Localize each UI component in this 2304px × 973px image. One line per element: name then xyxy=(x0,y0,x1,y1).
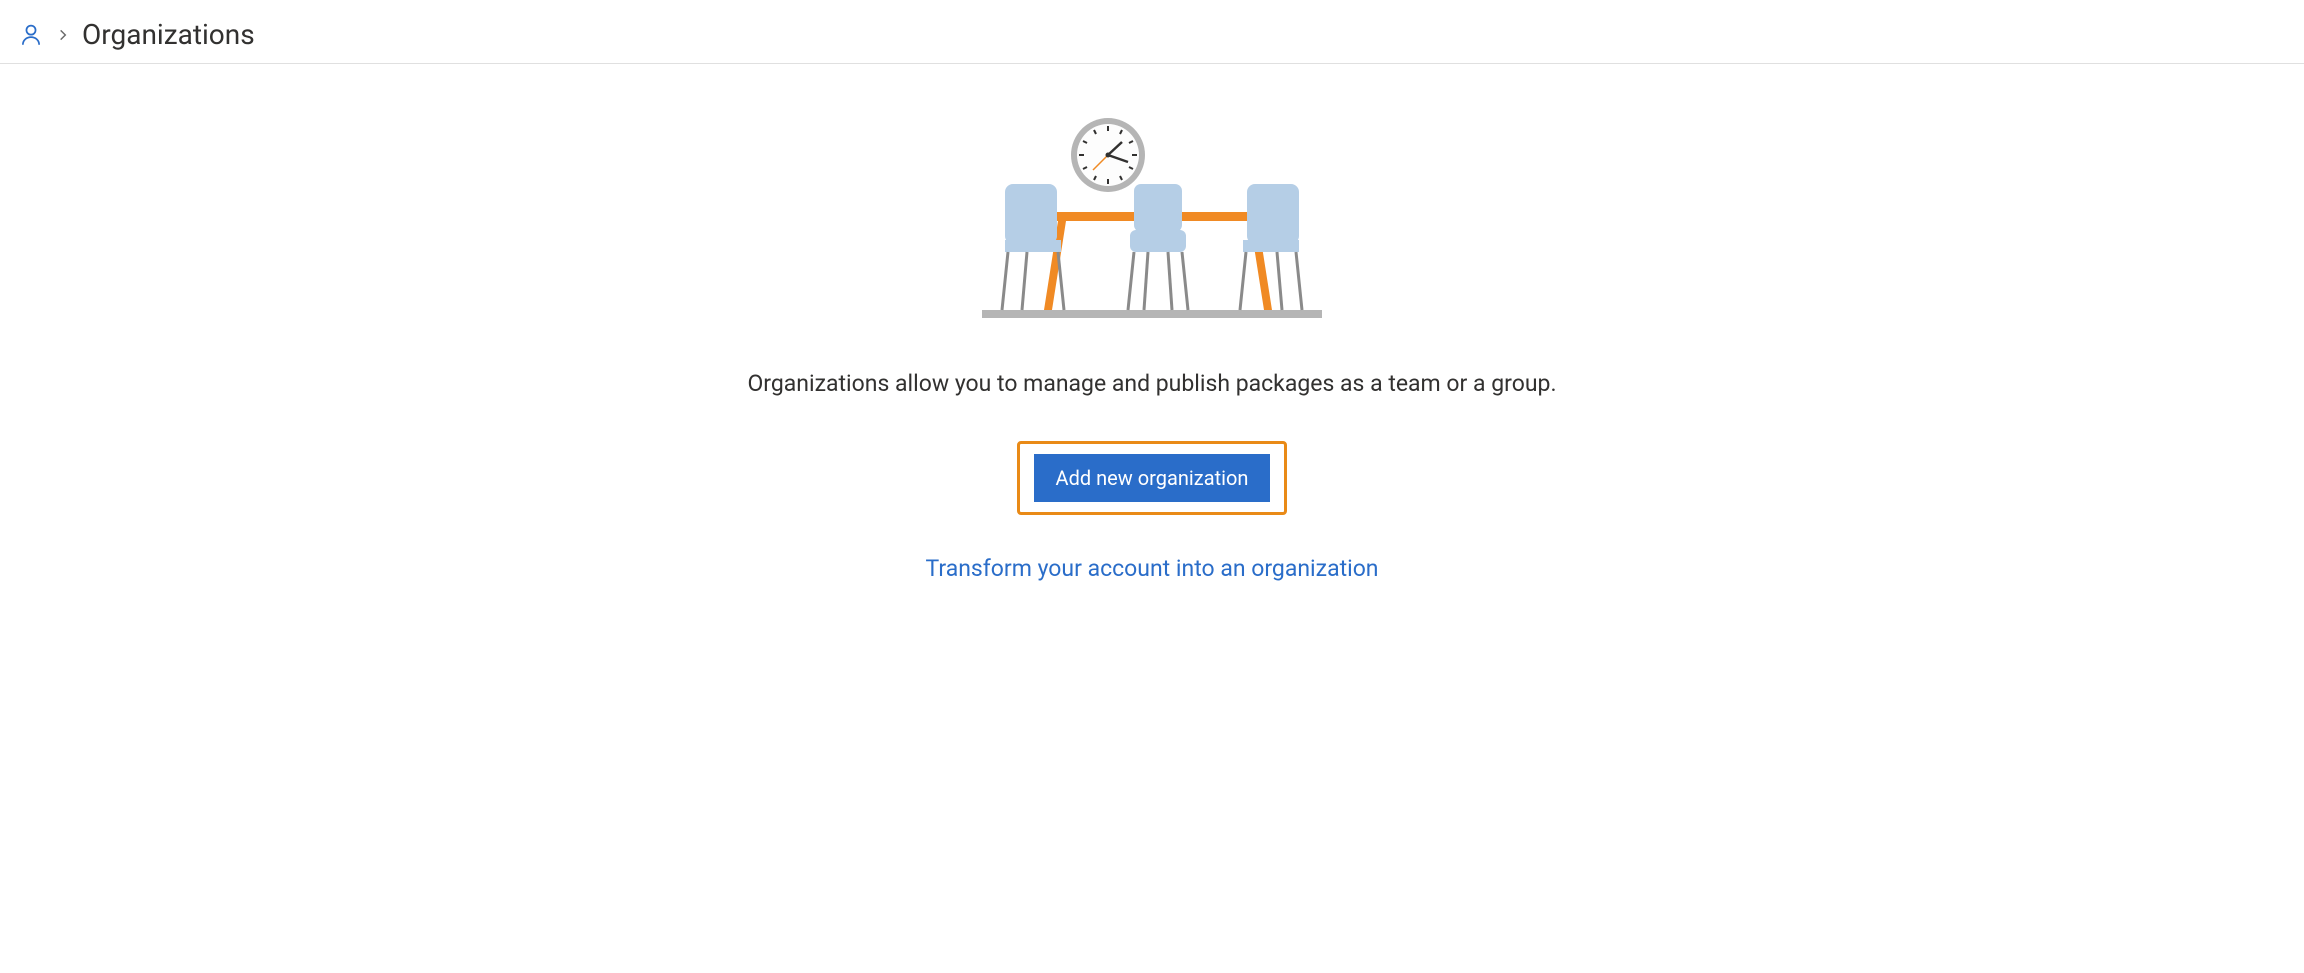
button-highlight-box: Add new organization xyxy=(1017,441,1288,515)
breadcrumb: Organizations xyxy=(0,0,2304,64)
page-title: Organizations xyxy=(82,18,255,51)
person-icon[interactable] xyxy=(18,22,44,48)
organizations-illustration xyxy=(972,112,1332,322)
transform-account-link[interactable]: Transform your account into an organizat… xyxy=(925,555,1378,582)
add-new-organization-button[interactable]: Add new organization xyxy=(1034,454,1271,502)
chevron-right-icon xyxy=(56,28,70,42)
main-content: Organizations allow you to manage and pu… xyxy=(0,64,2304,582)
description-text: Organizations allow you to manage and pu… xyxy=(747,370,1556,397)
